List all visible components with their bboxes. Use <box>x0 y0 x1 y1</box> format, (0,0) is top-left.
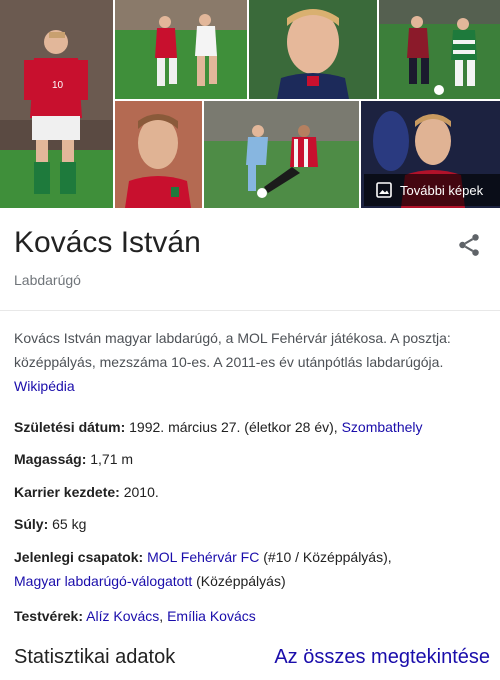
sibling-link-aliz[interactable]: Alíz Kovács <box>86 608 159 624</box>
share-icon[interactable] <box>456 232 482 258</box>
team-fehervar-note: (#10 / Középpályás), <box>259 549 392 565</box>
photo-portrait-red-kit[interactable] <box>115 101 202 208</box>
fact-career-start: Karrier kezdete: 2010. <box>14 480 490 504</box>
header-divider <box>0 310 500 311</box>
more-images-button[interactable]: További képek <box>364 174 500 206</box>
fact-siblings: Testvérek: Alíz Kovács, Emília Kovács <box>14 604 490 628</box>
fact-current-teams: Jelenlegi csapatok: MOL Fehérvár FC (#10… <box>14 545 490 593</box>
image-gallery: 10 További képek <box>0 0 500 208</box>
fact-birth-date-value: 1992. március 27. (életkor 28 év), <box>125 419 342 435</box>
team-link-fehervar[interactable]: MOL Fehérvár FC <box>147 549 259 565</box>
fact-career-start-label: Karrier kezdete: <box>14 484 120 500</box>
fact-current-teams-label: Jelenlegi csapatok: <box>14 549 144 565</box>
photo-match-action-1[interactable] <box>115 0 247 99</box>
sibling-separator: , <box>159 608 168 624</box>
team-link-national[interactable]: Magyar labdarúgó-válogatott <box>14 573 192 589</box>
fact-height-value: 1,71 m <box>86 451 134 467</box>
more-images-label: További képek <box>400 182 484 198</box>
birthplace-link[interactable]: Szombathely <box>342 419 423 435</box>
fact-weight-label: Súly: <box>14 516 49 532</box>
photo-portrait-closeup[interactable] <box>249 0 377 99</box>
photo-match-tackle[interactable] <box>204 101 359 208</box>
description-text: Kovács István magyar labdarúgó, a MOL Fe… <box>14 330 451 370</box>
entity-subtitle: Labdarúgó <box>14 272 81 288</box>
photo-match-action-2[interactable] <box>379 0 500 99</box>
team-national-note: (Középpályás) <box>192 573 286 589</box>
entity-title: Kovács István <box>14 226 201 259</box>
fact-weight-value: 65 kg <box>48 516 87 532</box>
fact-siblings-label: Testvérek: <box>14 608 84 624</box>
see-all-link[interactable]: Az összes megtekintése <box>274 646 490 669</box>
fact-height-label: Magasság: <box>14 451 87 467</box>
fact-height: Magasság: 1,71 m <box>14 447 490 471</box>
image-icon <box>376 182 392 198</box>
wikipedia-link[interactable]: Wikipédia <box>14 378 75 394</box>
fact-birth-date-label: Születési dátum: <box>14 419 126 435</box>
statistics-heading: Statisztikai adatok <box>14 646 176 668</box>
fact-weight: Súly: 65 kg <box>14 512 490 536</box>
svg-text:10: 10 <box>52 80 64 91</box>
photo-player-red-jersey[interactable]: 10 <box>0 0 113 208</box>
description: Kovács István magyar labdarúgó, a MOL Fe… <box>14 326 484 398</box>
fact-career-start-value: 2010. <box>119 484 159 500</box>
sibling-link-emilia[interactable]: Emília Kovács <box>167 608 256 624</box>
fact-birth-date: Születési dátum: 1992. március 27. (élet… <box>14 415 490 439</box>
